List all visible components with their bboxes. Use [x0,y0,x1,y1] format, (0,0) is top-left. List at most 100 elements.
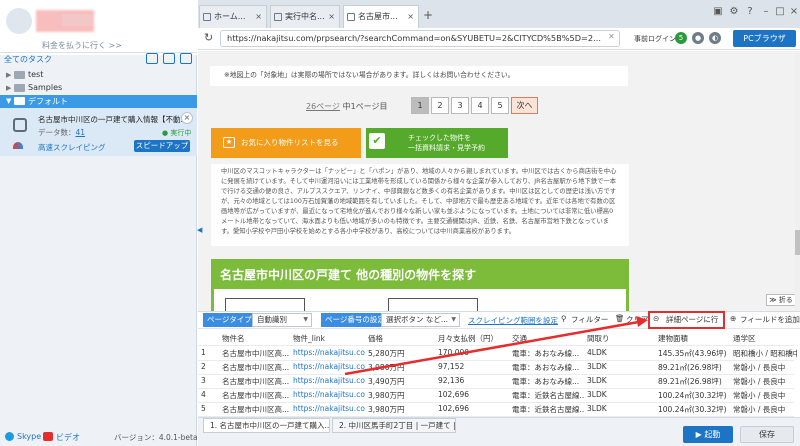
page-button-5[interactable]: 5 [491,97,509,114]
table-cell[interactable]: 3,980万円 [368,404,434,415]
table-cell[interactable]: 89.21㎡(26.98坪) [658,376,730,387]
tab-nagoya[interactable]: 名古屋市... × [343,5,419,28]
data-count-value[interactable]: 41 [76,128,86,137]
gear-icon[interactable]: ⚙ [728,6,740,18]
bell-icon[interactable]: ▣ [712,6,724,18]
help-icon[interactable]: ? [744,6,756,18]
filter-icon[interactable]: ⚲ [561,314,567,323]
row-number[interactable]: 1 [201,348,215,357]
table-cell[interactable]: 電車：あおなみ線... [512,376,584,387]
tree-item-default[interactable]: ▼ デフォルト [0,95,197,108]
upgrade-link[interactable]: 料金を払うに行く >> [42,40,122,51]
table-cell[interactable]: https://nakajitsu.com [293,348,365,357]
close-icon[interactable]: × [328,6,335,28]
table-cell[interactable]: 3,980万円 [368,390,434,401]
table-cell[interactable]: 100.24㎡(30.32坪) [658,404,730,415]
filter-button[interactable]: フィルター [571,314,608,325]
table-cell[interactable]: 電車：近鉄名古屋線... [512,390,584,401]
close-icon[interactable]: × [181,112,193,124]
column-header[interactable]: 物件_link [293,333,325,344]
table-cell[interactable]: 常磐小 / 長良中 [733,362,797,373]
start-button[interactable]: ▶ 起動 [683,426,733,443]
status-dot-icon[interactable]: 5 [675,32,687,44]
user-icon[interactable]: ● [692,32,704,44]
skype-link[interactable]: Skype [17,432,41,441]
table-cell[interactable]: 電車：あおなみ線... [512,348,584,359]
table-cell[interactable]: 5,280万円 [368,348,434,359]
import-icon[interactable] [163,53,175,64]
all-tasks-label[interactable]: 全てのタスク [4,54,52,65]
table-cell[interactable]: 3,980万円 [368,362,434,373]
close-icon[interactable]: × [407,6,414,28]
column-header[interactable]: 価格 [368,333,383,344]
table-cell[interactable]: 常磐小 / 長良中 [733,390,797,401]
table-cell[interactable]: 3,490万円 [368,376,434,387]
column-header[interactable]: 建物面積 [658,333,688,344]
new-tab-button[interactable]: + [423,8,433,22]
table-cell[interactable]: 3LDK [587,362,655,371]
page-scrollbar[interactable] [795,51,800,311]
add-field-icon[interactable]: ⊕ [730,314,736,323]
table-cell[interactable]: 97,152 [438,362,508,371]
table-cell[interactable]: 3LDK [587,376,655,385]
table-cell[interactable]: 名古屋市中川区高... [222,362,290,373]
close-icon[interactable]: × [255,6,262,28]
table-cell[interactable]: 100.24㎡(30.32坪) [658,390,730,401]
tree-item-samples[interactable]: ▶ Samples [0,82,197,95]
page-button-2[interactable]: 2 [431,97,449,114]
save-button[interactable]: 保存 [740,426,794,443]
row-number[interactable]: 5 [201,404,215,413]
table-cell[interactable]: 89.21㎡(26.98坪) [658,362,730,373]
column-header[interactable]: 間取り [587,333,610,344]
column-header[interactable]: 月々支払例（円） [438,333,498,344]
page-button-3[interactable]: 3 [451,97,469,114]
table-cell[interactable]: 名古屋市中川区高... [222,376,290,387]
table-cell[interactable]: 3LDK [587,404,655,413]
add-field-button[interactable]: フィールドを追加 [740,314,800,325]
go-to-detail-button[interactable]: 詳細ページに行く [648,311,725,338]
page-button-4[interactable]: 4 [471,97,489,114]
table-cell[interactable]: 名古屋市中川区高... [222,390,290,401]
new-folder-icon[interactable] [146,53,158,64]
page-button-1[interactable]: 1 [411,97,429,114]
scrollbar-thumb[interactable] [795,230,800,255]
table-cell[interactable]: 102,696 [438,390,508,399]
table-cell[interactable]: 170,000 [438,348,508,357]
maximize-icon[interactable]: □ [774,6,786,18]
task-title[interactable]: 名古屋市中川区の一戸建て購入情報【不動… [38,114,188,125]
table-cell[interactable]: 3LDK [587,390,655,399]
video-link[interactable]: ビデオ [56,432,80,443]
sidebar-toggle-icon[interactable]: ◀ [197,226,203,238]
table-cell[interactable]: https://nakajitsu.co... [293,404,365,413]
table-cell[interactable]: 102,696 [438,404,508,413]
table-cell[interactable]: https://nakajitsu.co... [293,390,365,399]
table-cell[interactable]: 4LDK [587,348,655,357]
clear-url-icon[interactable]: ✕ [608,32,615,41]
close-window-icon[interactable]: × [788,6,800,18]
scrape-scope-link[interactable]: スクレイピング範囲を設定 [468,315,558,326]
bottom-tab-2[interactable]: 2. 中川区馬手町2丁目 | 一戸建て | ... [332,418,456,433]
minimize-icon[interactable]: – [760,6,772,18]
avatar[interactable] [6,8,32,34]
url-input[interactable]: https://nakajitsu.com/prpsearch/?searchC… [220,30,620,47]
speedup-button[interactable]: スピードアップ [134,140,190,152]
page-type-select[interactable]: 自動識別 ▼ [252,313,312,327]
table-cell[interactable]: https://nakajitsu.co... [293,362,365,371]
skype-icon[interactable] [5,432,14,441]
column-header[interactable]: 物件名 [222,333,245,344]
cookie-icon[interactable]: ◐ [709,32,721,44]
row-number[interactable]: 2 [201,362,215,371]
tab-home[interactable]: ホーム... × [199,5,267,28]
pre-login-button[interactable]: 事前ログイン [634,34,676,44]
next-page-button[interactable]: 次へ [511,97,538,114]
video-icon[interactable] [43,432,53,441]
table-cell[interactable]: 名古屋市中川区高... [222,404,290,415]
table-cell[interactable]: 昭和橋小 / 昭和橋中 [733,348,797,359]
bottom-tab-1[interactable]: 1. 名古屋市中川区の一戸建て購入... [203,418,330,433]
table-cell[interactable]: 常磐小 / 長良中 [733,404,797,415]
bulk-request-button[interactable]: チェックした物件を 一括資料請求・見学予約 [366,128,508,158]
table-cell[interactable]: 電車：あおなみ線... [512,362,584,373]
row-number[interactable]: 4 [201,390,215,399]
table-cell[interactable]: 145.35㎡(43.96坪) [658,348,730,359]
trash-icon[interactable]: 🗑 [615,314,625,323]
